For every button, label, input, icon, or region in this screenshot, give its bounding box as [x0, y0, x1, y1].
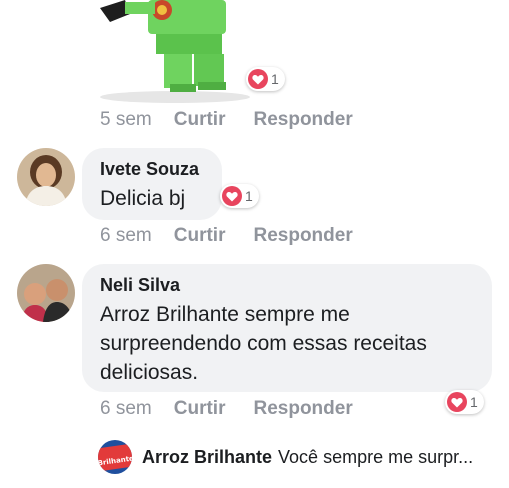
reaction-count: 1	[470, 394, 478, 410]
timestamp: 6 sem	[100, 398, 152, 419]
reply-author[interactable]: Arroz Brilhante	[142, 447, 272, 468]
heart-icon	[447, 392, 467, 412]
comment-actions: 6 sem Curtir Responder	[100, 225, 353, 247]
reply-button[interactable]: Responder	[253, 109, 352, 131]
reply-preview[interactable]: Brilhante Arroz Brilhante Você sempre me…	[98, 440, 473, 474]
reaction-count: 1	[245, 188, 253, 204]
timestamp: 6 sem	[100, 225, 152, 246]
like-button[interactable]: Curtir	[174, 398, 226, 420]
comment-text: Delicia bj	[100, 187, 186, 210]
comment-actions: 6 sem Curtir Responder	[100, 398, 353, 420]
comment-actions: 5 sem Curtir Responder	[100, 109, 353, 131]
avatar[interactable]	[17, 264, 75, 322]
reply-button[interactable]: Responder	[253, 398, 352, 420]
logo-text: Brilhante	[98, 453, 132, 467]
comment-reaction-badge[interactable]: 1	[445, 390, 484, 414]
heart-icon	[248, 69, 268, 89]
timestamp: 5 sem	[100, 109, 152, 130]
comment-text: Arroz Brilhante sempre me surpreendendo …	[100, 303, 427, 384]
heart-icon	[222, 186, 242, 206]
like-button[interactable]: Curtir	[174, 225, 226, 247]
comment-author[interactable]: Neli Silva	[100, 274, 474, 296]
avatar[interactable]	[17, 148, 75, 206]
page-logo-avatar: Brilhante	[98, 440, 132, 474]
reaction-count: 1	[271, 71, 279, 87]
comment-author[interactable]: Ivete Souza	[100, 158, 204, 180]
reply-button[interactable]: Responder	[253, 225, 352, 247]
image-reaction-badge[interactable]: 1	[246, 67, 285, 91]
comment-bubble: Ivete Souza Delicia bj	[82, 148, 222, 220]
comment-image[interactable]	[70, 0, 280, 105]
reply-text: Você sempre me surpr...	[278, 446, 474, 467]
comment-reaction-badge[interactable]: 1	[220, 184, 259, 208]
like-button[interactable]: Curtir	[174, 109, 226, 131]
lego-figure-image	[100, 0, 250, 103]
comment-bubble: Neli Silva Arroz Brilhante sempre me sur…	[82, 264, 492, 392]
